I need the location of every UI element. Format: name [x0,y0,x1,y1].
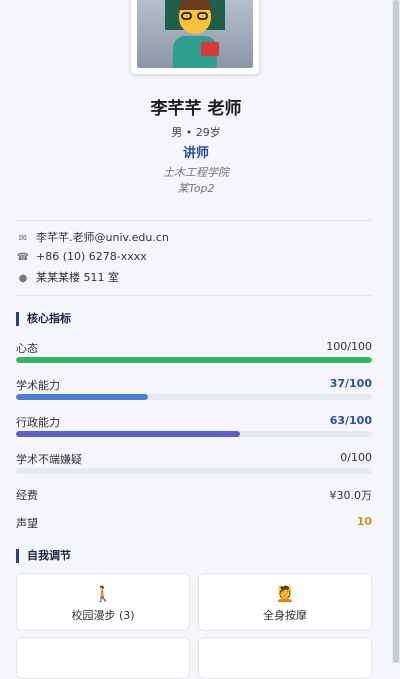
section-title-self: 自我调节 [16,548,71,564]
profile-name: 李芊芊 老师 [150,99,242,119]
metric-bar-misconduct [16,468,372,474]
metric-fill-mood [16,357,372,363]
contact-office-row: ● 某某某楼 511 室 [16,270,119,286]
metric-label-misconduct: 学术不端嫌疑 [16,453,82,466]
divider [16,295,372,296]
avatar [131,0,259,74]
phone-icon: ☎ [16,252,30,263]
section-accent-bar [16,549,19,563]
glasses-shape [181,12,209,20]
action-label: 校园漫步 (3) [71,609,135,622]
metric-bar-academic [16,394,372,400]
funds-value: ¥30.0万 [329,489,373,502]
metric-bar-admin [16,431,372,437]
hair-shape [179,0,211,10]
location-pin-icon: ● [18,273,28,284]
action-card[interactable] [198,637,372,679]
section-accent-bar [16,312,19,326]
funds-row: 经费 ¥30.0万 [16,487,372,503]
contact-email-row: ✉ 李芊芊.老师@univ.edu.cn [16,230,169,246]
metric-value-misconduct: 0/100 [340,451,372,464]
contact-office: 某某某楼 511 室 [36,271,119,284]
metric-bar-mood [16,357,372,363]
contact-phone: +86 (10) 6278-xxxx [36,250,147,263]
reputation-value: 10 [356,515,372,528]
contact-phone-row: ☎ +86 (10) 6278-xxxx [16,249,147,265]
action-campus-walk-button[interactable]: 🚶 校园漫步 (3) [16,573,190,631]
metric-label-admin: 行政能力 [16,416,60,429]
metric-label-academic: 学术能力 [16,379,60,392]
divider [16,220,372,221]
metric-fill-academic [16,394,148,400]
metric-fill-admin [16,431,241,437]
reputation-row: 声望 10 [16,515,372,531]
contact-email[interactable]: 李芊芊.老师@univ.edu.cn [36,231,169,244]
action-label: 全身按摩 [263,609,307,622]
profile-meta: 男 • 29岁 [171,126,221,139]
teacher-avatar-icon [137,0,253,68]
metric-value-admin: 63/100 [329,414,372,427]
scrollbar-track[interactable] [392,0,400,663]
book-shape [201,42,219,56]
action-massage-button[interactable]: 💆 全身按摩 [198,573,372,631]
walking-person-icon: 🚶 [93,585,113,603]
metric-value-mood: 100/100 [326,340,372,353]
funds-label: 经费 [16,489,38,502]
action-card[interactable] [16,637,190,679]
scrollbar-thumb[interactable] [393,0,399,663]
metric-value-academic: 37/100 [329,377,372,390]
profile-school: 土木工程学院 [163,166,229,179]
massage-icon: 💆 [275,585,295,603]
mail-icon: ✉ [18,233,28,244]
reputation-label: 声望 [16,517,38,530]
section-title-metrics: 核心指标 [16,311,71,327]
metric-label-mood: 心态 [16,342,38,355]
profile-title: 讲师 [182,146,209,161]
profile-university: 某Top2 [177,182,215,195]
